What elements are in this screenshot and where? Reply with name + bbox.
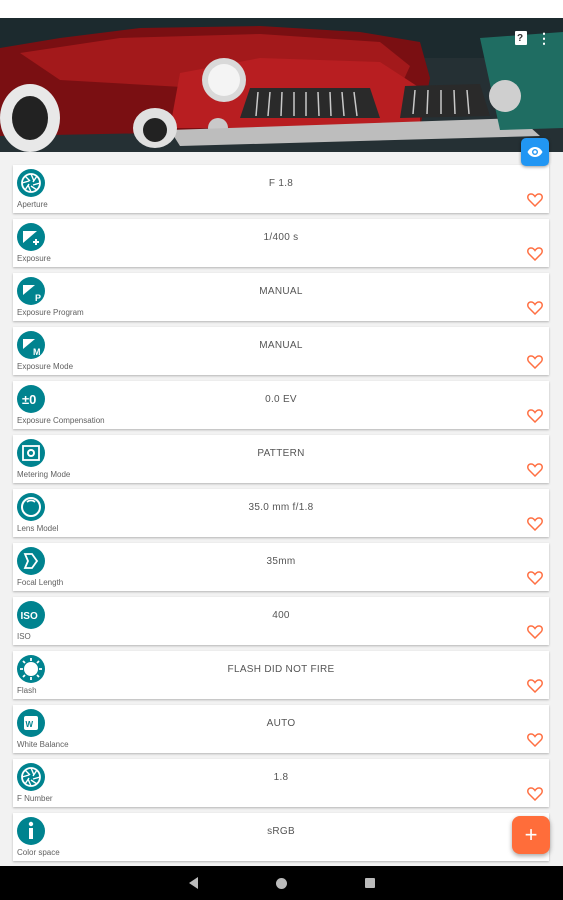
favorite-icon[interactable] — [527, 463, 543, 477]
exif-row-exposure-compensation[interactable]: ±0 0.0 EV Exposure Compensation — [13, 381, 549, 429]
favorite-icon[interactable] — [527, 301, 543, 315]
exif-row-f-number[interactable]: 1.8 F Number — [13, 759, 549, 807]
car-photo — [0, 18, 563, 152]
exif-value: sRGB — [267, 826, 295, 837]
exif-value: MANUAL — [259, 340, 303, 351]
favorite-icon[interactable] — [527, 625, 543, 639]
exif-value: 1/400 s — [263, 232, 299, 243]
exif-label: Color space — [17, 848, 60, 857]
favorite-icon[interactable] — [527, 355, 543, 369]
exif-row-flash[interactable]: FLASH DID NOT FIRE Flash — [13, 651, 549, 699]
back-icon[interactable] — [188, 877, 198, 889]
hero-toolbar: ⋮ — [515, 30, 551, 47]
visibility-toggle-button[interactable] — [521, 138, 549, 166]
favorite-icon[interactable] — [527, 679, 543, 693]
exif-value: 400 — [272, 610, 290, 621]
exif-row-white-balance[interactable]: W AUTO White Balance — [13, 705, 549, 753]
exif-value: 35mm — [266, 556, 296, 567]
exif-label: Metering Mode — [17, 470, 71, 479]
exif-value: PATTERN — [257, 448, 305, 459]
exif-value: MANUAL — [259, 286, 303, 297]
exif-label: Aperture — [17, 200, 48, 209]
exif-label: Exposure Program — [17, 308, 84, 317]
exif-row-aperture[interactable]: F 1.8 Aperture — [13, 165, 549, 213]
exif-label: Exposure — [17, 254, 51, 263]
favorite-icon[interactable] — [527, 409, 543, 423]
favorite-icon[interactable] — [527, 247, 543, 261]
favorite-icon[interactable] — [527, 193, 543, 207]
exif-row-metering-mode[interactable]: PATTERN Metering Mode — [13, 435, 549, 483]
exif-value: 0.0 EV — [265, 394, 297, 405]
favorite-icon[interactable] — [527, 517, 543, 531]
exif-row-exposure[interactable]: 1/400 s Exposure — [13, 219, 549, 267]
exif-row-iso[interactable]: ISO 400 ISO — [13, 597, 549, 645]
exif-label: Lens Model — [17, 524, 59, 533]
add-button[interactable]: + — [512, 816, 550, 854]
exif-value: 35.0 mm f/1.8 — [248, 502, 314, 513]
exif-row-lens-model[interactable]: 35.0 mm f/1.8 Lens Model — [13, 489, 549, 537]
more-vert-icon[interactable]: ⋮ — [537, 30, 551, 46]
exif-label: Flash — [17, 686, 37, 695]
exif-row-exposure-mode[interactable]: M MANUAL Exposure Mode — [13, 327, 549, 375]
exif-row-color-space[interactable]: sRGB Color space — [13, 813, 549, 861]
home-icon[interactable] — [275, 877, 287, 889]
favorite-icon[interactable] — [527, 733, 543, 747]
favorite-icon[interactable] — [527, 571, 543, 585]
exif-value: 1.8 — [273, 772, 289, 783]
exif-row-exposure-program[interactable]: P MANUAL Exposure Program — [13, 273, 549, 321]
photo-preview[interactable]: ⋮ — [0, 18, 563, 152]
system-nav-bar — [0, 866, 563, 900]
exif-label: Exposure Compensation — [17, 416, 105, 425]
exif-value: FLASH DID NOT FIRE — [227, 664, 335, 675]
exif-label: White Balance — [17, 740, 69, 749]
favorite-icon[interactable] — [527, 787, 543, 801]
exif-label: Exposure Mode — [17, 362, 74, 371]
help-document-icon[interactable] — [515, 31, 527, 47]
exif-label: ISO — [17, 632, 31, 641]
eye-icon — [527, 147, 543, 157]
exif-label: Focal Length — [17, 578, 64, 587]
exif-value: F 1.8 — [268, 178, 294, 189]
status-bar — [0, 0, 563, 18]
exif-label: F Number — [17, 794, 53, 803]
recents-icon[interactable] — [364, 878, 375, 888]
exif-value: AUTO — [266, 718, 296, 729]
exif-row-focal-length[interactable]: 35mm Focal Length — [13, 543, 549, 591]
